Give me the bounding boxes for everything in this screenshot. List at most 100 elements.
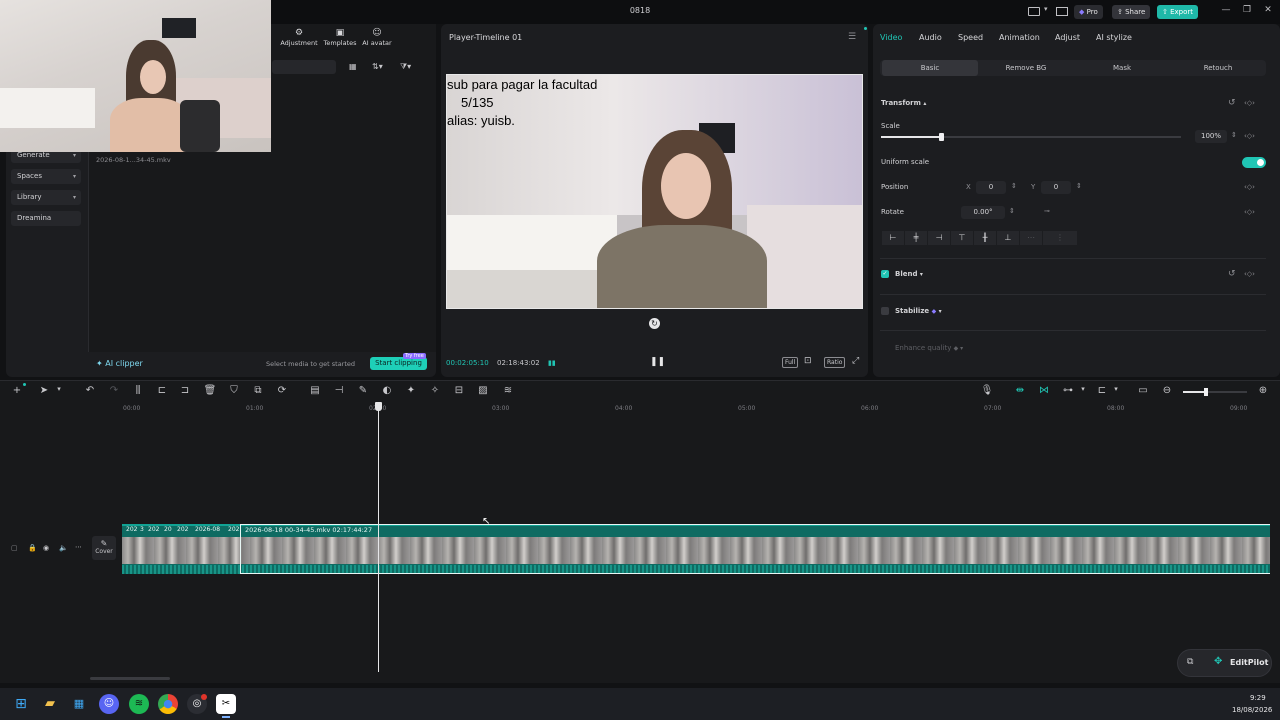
preview-axis-icon[interactable]: ⊏ (1095, 385, 1109, 396)
pip-icon[interactable]: ⧉ (1187, 657, 1193, 667)
magnet-icon[interactable]: ⋈ (1037, 385, 1051, 396)
redo-icon[interactable]: ↷ (107, 385, 121, 396)
eye-icon[interactable]: ◉ (43, 544, 49, 552)
effect-icon[interactable]: ✦ (404, 385, 418, 396)
undo-icon[interactable]: ↶ (83, 385, 97, 396)
more-icon[interactable]: ⋯ (75, 543, 82, 551)
keyframe-icon[interactable]: ‹◇› (1244, 183, 1255, 191)
blend-section[interactable]: Blend ▾ (895, 270, 923, 278)
stepper-icon[interactable]: ⇕ (1009, 207, 1015, 215)
stepper-icon[interactable]: ⇕ (1011, 182, 1017, 190)
playhead[interactable] (378, 404, 379, 672)
keyframe-icon[interactable]: ‹◇› (1244, 270, 1255, 278)
zoom-fit-icon[interactable]: ⊕ (1256, 385, 1270, 396)
full-button[interactable]: Full (782, 357, 799, 368)
tab-audio[interactable]: Audio (919, 33, 942, 42)
scale-slider-knob[interactable] (939, 133, 944, 141)
blend-checkbox[interactable]: ✓ (881, 270, 889, 278)
distribute-v-icon[interactable]: ⋮ (1043, 231, 1077, 245)
spotify-icon[interactable]: ≋ (129, 694, 149, 714)
distribute-h-icon[interactable]: ⋯ (1020, 231, 1042, 245)
shield-icon[interactable]: ⛉ (227, 385, 241, 396)
minimize-icon[interactable]: — (1220, 5, 1232, 17)
snapshot-icon[interactable]: ⊡ (804, 356, 812, 366)
add-track-icon[interactable]: + (10, 385, 24, 396)
subtab-mask[interactable]: Mask (1074, 60, 1170, 76)
enhance-quality-section[interactable]: Enhance quality ◆ ▾ (895, 344, 963, 352)
zoom-slider-knob[interactable] (1204, 388, 1208, 396)
ruler[interactable] (88, 402, 1280, 414)
align-right-icon[interactable]: ⊣ (928, 231, 950, 245)
nav-dreamina[interactable]: Dreamina (11, 211, 81, 226)
grid-view-icon[interactable]: ▦ (349, 62, 357, 71)
keyframe-icon[interactable]: ‹◇› (1244, 132, 1255, 140)
video-clip[interactable]: 202 3 202 20 202 2026-08 202 2026-08-18 … (122, 524, 1270, 574)
track-video-icon[interactable]: ▢ (11, 544, 18, 552)
fullscreen-icon[interactable]: ⤢ (852, 356, 859, 366)
stabilize-section[interactable]: Stabilize ◆ ▾ (895, 307, 942, 315)
split-right-icon[interactable]: ⊐ (178, 385, 192, 396)
rotate-input[interactable]: 0.00° (961, 206, 1005, 219)
caption-toggle-icon[interactable]: ▭ (1136, 385, 1150, 396)
video-preview[interactable]: sub para pagar la facultad 5/135 alias: … (446, 74, 863, 309)
split-icon[interactable]: ⫼ (131, 385, 145, 396)
audio-wave-icon[interactable]: ≋ (501, 385, 515, 396)
filter-icon[interactable]: ⧩▾ (400, 62, 411, 72)
stabilize-checkbox[interactable] (881, 307, 889, 315)
align-center-v-icon[interactable]: ╫ (974, 231, 996, 245)
align-center-h-icon[interactable]: ╪ (905, 231, 927, 245)
pro-button[interactable]: ◆ Pro (1074, 5, 1103, 19)
subtitle-icon[interactable]: ⊟ (452, 385, 466, 396)
reset-icon[interactable]: ↺ (1228, 269, 1236, 279)
chevron-down-icon[interactable]: ▾ (1109, 385, 1123, 393)
flip-icon[interactable]: ⊸ (1044, 207, 1050, 215)
discord-icon[interactable]: ☺ (99, 694, 119, 714)
close-icon[interactable]: ✕ (1262, 5, 1274, 17)
speaker-icon[interactable]: 🔈 (59, 544, 68, 552)
windows-store-icon[interactable]: ▦ (69, 694, 89, 714)
capcut-icon[interactable]: ✂ (216, 694, 236, 714)
timeline-scrollbar[interactable] (90, 677, 170, 680)
chain-icon[interactable]: ⊶ (1061, 385, 1075, 396)
pos-y-input[interactable]: 0 (1041, 181, 1071, 194)
selected-clip[interactable] (240, 524, 1270, 574)
split-left-icon[interactable]: ⊏ (155, 385, 169, 396)
rotate-handle-icon[interactable]: ↻ (649, 318, 660, 329)
chevron-down-icon[interactable]: ▾ (52, 385, 66, 393)
subtab-retouch[interactable]: Retouch (1170, 60, 1266, 76)
nav-spaces[interactable]: Spaces ▾ (11, 169, 81, 184)
media-file-name[interactable]: 2026-08-1...34-45.mkv (96, 156, 171, 164)
align-left-icon[interactable]: ⊢ (882, 231, 904, 245)
menu-icon[interactable]: ☰ (848, 32, 856, 42)
playhead-handle[interactable] (375, 402, 382, 411)
chrome-icon[interactable]: ● (158, 694, 178, 714)
scale-value[interactable]: 100% (1195, 130, 1227, 143)
file-explorer-icon[interactable]: ▰ (40, 694, 60, 714)
transform-section[interactable]: Transform ▴ (881, 99, 926, 107)
chevron-down-icon[interactable]: ▾ (1044, 5, 1048, 13)
keyframe-icon[interactable]: ‹◇› (1244, 99, 1255, 107)
lock-icon[interactable]: 🔒 (28, 544, 37, 552)
tab-ai-stylize[interactable]: AI stylize (1096, 33, 1132, 42)
reset-icon[interactable]: ↺ (1228, 98, 1236, 108)
monitor-icon[interactable] (1056, 7, 1068, 16)
pos-x-input[interactable]: 0 (976, 181, 1006, 194)
align-top-icon[interactable]: ⊤ (951, 231, 973, 245)
scale-slider-track[interactable] (881, 133, 1181, 141)
tab-video[interactable]: Video (880, 33, 902, 42)
cover-button[interactable]: ✎ Cover (92, 536, 116, 560)
pause-icon[interactable]: ❚❚ (650, 357, 665, 367)
zoom-out-icon[interactable]: ⊖ (1160, 385, 1174, 396)
tab-animation[interactable]: Animation (999, 33, 1040, 42)
share-button[interactable]: ⇪ Share (1112, 5, 1151, 19)
nav-library[interactable]: Library ▾ (11, 190, 81, 205)
mask-icon[interactable]: ◐ (380, 385, 394, 396)
tab-adjust[interactable]: Adjust (1055, 33, 1080, 42)
ratio-button[interactable]: Ratio (824, 357, 846, 368)
ai-avatar-tab[interactable]: ☺ AI avatar (352, 28, 402, 47)
select-tool-icon[interactable]: ➤ (37, 385, 51, 396)
windows-start-icon[interactable]: ⊞ (11, 694, 31, 714)
tab-speed[interactable]: Speed (958, 33, 983, 42)
link-icon[interactable]: ⇹ (1013, 385, 1027, 396)
maximize-icon[interactable]: ❐ (1241, 5, 1253, 17)
